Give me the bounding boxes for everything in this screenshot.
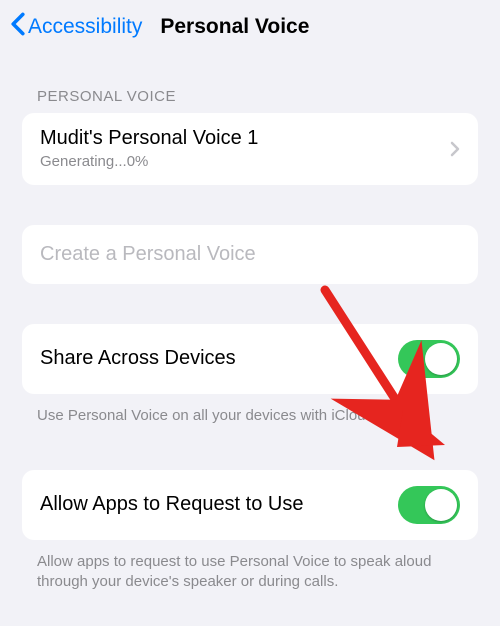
allow-footer-text: Allow apps to request to use Personal Vo… xyxy=(0,540,500,593)
share-footer-text: Use Personal Voice on all your devices w… xyxy=(0,394,500,426)
share-across-devices-toggle[interactable] xyxy=(398,340,460,378)
page-title: Personal Voice xyxy=(160,15,309,39)
allow-apps-label: Allow Apps to Request to Use xyxy=(40,493,398,516)
allow-apps-row: Allow Apps to Request to Use xyxy=(22,470,478,540)
section-header-personal-voice: PERSONAL VOICE xyxy=(0,52,500,113)
create-voice-card: Create a Personal Voice xyxy=(22,225,478,284)
back-label: Accessibility xyxy=(28,15,142,39)
allow-apps-toggle[interactable] xyxy=(398,486,460,524)
voice-status: Generating...0% xyxy=(40,152,450,172)
allow-apps-card: Allow Apps to Request to Use xyxy=(22,470,478,540)
back-button[interactable]: Accessibility xyxy=(10,12,142,42)
chevron-right-icon xyxy=(450,141,460,157)
personal-voice-content: Mudit's Personal Voice 1 Generating...0% xyxy=(40,126,450,172)
toggle-knob xyxy=(425,343,457,375)
share-across-devices-row: Share Across Devices xyxy=(22,324,478,394)
share-across-devices-label: Share Across Devices xyxy=(40,347,398,370)
toggle-knob xyxy=(425,489,457,521)
chevron-left-icon xyxy=(10,12,28,42)
personal-voice-row[interactable]: Mudit's Personal Voice 1 Generating...0% xyxy=(22,113,478,185)
navigation-bar: Accessibility Personal Voice xyxy=(0,0,500,52)
share-across-devices-card: Share Across Devices xyxy=(22,324,478,394)
voice-name: Mudit's Personal Voice 1 xyxy=(40,126,450,151)
create-voice-button[interactable]: Create a Personal Voice xyxy=(22,225,478,284)
personal-voice-card: Mudit's Personal Voice 1 Generating...0% xyxy=(22,113,478,185)
